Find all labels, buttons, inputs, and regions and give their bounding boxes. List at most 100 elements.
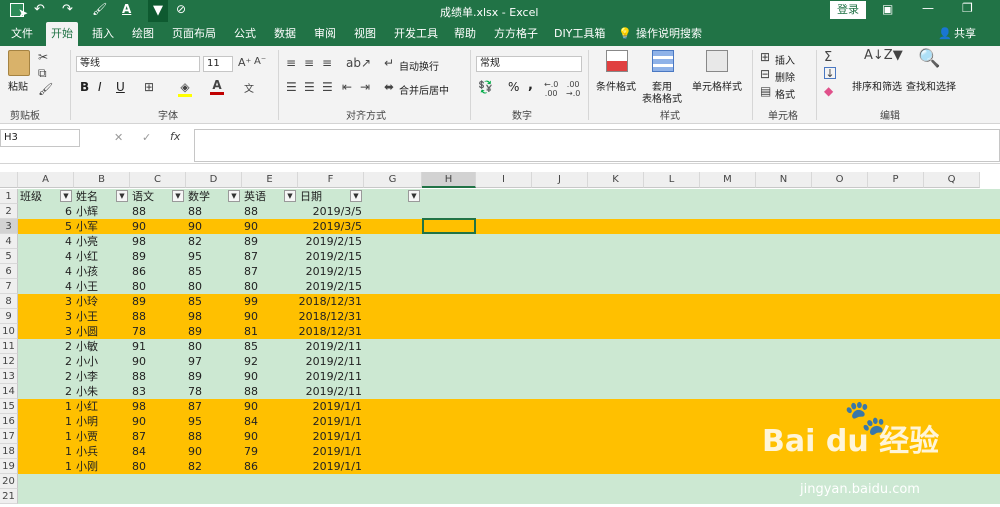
row-header[interactable]: 4 [0, 234, 18, 249]
sort-filter-button[interactable]: 排序和筛选 [852, 78, 902, 93]
format-cells-button[interactable]: 格式 [775, 86, 795, 101]
cell-D[interactable]: 89 [186, 324, 242, 339]
cell-A[interactable]: 1 [18, 414, 74, 429]
number-format-field[interactable]: 常规 [476, 56, 582, 72]
find-select-icon[interactable]: 🔍 [918, 48, 940, 69]
cell-F[interactable]: 2018/12/31 [298, 294, 364, 309]
cell-F[interactable]: 2019/2/15 [298, 234, 364, 249]
cell-D[interactable]: 90 [186, 444, 242, 459]
menu-developer[interactable]: 开发工具 [394, 22, 438, 46]
column-header-O[interactable]: O [812, 172, 868, 188]
cell-D[interactable]: 82 [186, 459, 242, 474]
cell-C[interactable]: 88 [130, 309, 186, 324]
cell-B[interactable]: 小王 [74, 309, 130, 324]
align-bottom-icon[interactable]: ≡ [322, 56, 332, 70]
cell-D[interactable]: 98 [186, 309, 242, 324]
ribbon-display-icon[interactable]: ▣ [882, 2, 893, 16]
column-header-J[interactable]: J [532, 172, 588, 188]
menu-diy-toolbox[interactable]: DIY工具箱 [554, 22, 605, 46]
filter-dropdown-icon[interactable]: ▼ [60, 190, 72, 202]
row-header[interactable]: 21 [0, 489, 18, 504]
restore-icon[interactable]: ❐ [962, 1, 973, 15]
cell-B[interactable]: 小兵 [74, 444, 130, 459]
insert-cells-icon[interactable]: ⊞ [760, 50, 770, 64]
cell-D[interactable]: 80 [186, 339, 242, 354]
wrap-text-button[interactable]: 自动换行 [399, 58, 439, 73]
cell-styles-button[interactable]: 单元格样式 [692, 78, 742, 93]
cell-F[interactable]: 2019/1/1 [298, 399, 364, 414]
accounting-format-icon[interactable]: 💱 [478, 80, 493, 94]
sort-filter-icon[interactable]: A↓Z▼ [864, 48, 903, 63]
cell-A[interactable]: 5 [18, 219, 74, 234]
row-header[interactable]: 9 [0, 309, 18, 324]
font-color-quick-icon[interactable]: A [122, 2, 131, 16]
column-header-F[interactable]: F [298, 172, 364, 188]
menu-view[interactable]: 视图 [354, 22, 376, 46]
cell-B[interactable]: 小辉 [74, 204, 130, 219]
cell-A[interactable]: 3 [18, 309, 74, 324]
font-name-field[interactable]: 等线 [76, 56, 200, 72]
cell-B[interactable]: 小刚 [74, 459, 130, 474]
cell-E[interactable]: 90 [242, 399, 298, 414]
cell-E[interactable]: 90 [242, 369, 298, 384]
cell-C[interactable]: 88 [130, 204, 186, 219]
name-box[interactable]: H3 [0, 129, 80, 147]
conditional-format-button[interactable]: 条件格式 [596, 78, 636, 93]
menu-draw[interactable]: 绘图 [132, 22, 154, 46]
align-right-icon[interactable]: ☰ [322, 80, 333, 94]
format-cells-icon[interactable]: ▤ [760, 84, 771, 98]
filter-dropdown-icon[interactable]: ▼ [408, 190, 420, 202]
column-header-E[interactable]: E [242, 172, 298, 188]
cell-F[interactable]: 2019/1/1 [298, 429, 364, 444]
cell-B[interactable]: 小玲 [74, 294, 130, 309]
grow-font-icon[interactable]: A⁺ [238, 56, 251, 69]
cell-F[interactable]: 2019/1/1 [298, 459, 364, 474]
filter-dropdown-icon[interactable]: ▼ [228, 190, 240, 202]
autosum-icon[interactable]: Σ [824, 50, 832, 65]
cell-E[interactable]: 90 [242, 309, 298, 324]
column-header-C[interactable]: C [130, 172, 186, 188]
cell-B[interactable]: 小红 [74, 399, 130, 414]
menu-data[interactable]: 数据 [274, 22, 296, 46]
login-button[interactable]: 登录 [830, 1, 866, 19]
shrink-font-icon[interactable]: A⁻ [254, 56, 266, 67]
cell-D[interactable]: 78 [186, 384, 242, 399]
cell-F[interactable]: 2019/2/11 [298, 369, 364, 384]
fill-color-icon[interactable]: 🖌 [92, 2, 107, 16]
cell-C[interactable]: 80 [130, 279, 186, 294]
cut-icon[interactable]: ✂ [38, 50, 48, 64]
cell-A[interactable]: 6 [18, 204, 74, 219]
cell-B[interactable]: 小红 [74, 249, 130, 264]
select-all-corner[interactable] [0, 172, 18, 188]
minimize-icon[interactable]: — [922, 1, 934, 15]
phonetic-icon[interactable]: 文 [244, 80, 254, 95]
cell-D[interactable]: 80 [186, 279, 242, 294]
cell-C[interactable]: 90 [130, 414, 186, 429]
cell-A[interactable]: 2 [18, 339, 74, 354]
cell-D[interactable]: 89 [186, 369, 242, 384]
cell-E[interactable]: 80 [242, 279, 298, 294]
row-header[interactable]: 18 [0, 444, 18, 459]
underline-button[interactable]: U [116, 80, 125, 94]
cell-E[interactable]: 87 [242, 264, 298, 279]
indent-increase-icon[interactable]: ⇥ [360, 80, 370, 94]
cell-A[interactable]: 1 [18, 459, 74, 474]
bold-button[interactable]: B [80, 80, 89, 94]
cell-D[interactable]: 95 [186, 414, 242, 429]
filter-dropdown-icon[interactable]: ▼ [116, 190, 128, 202]
cell-B[interactable]: 小小 [74, 354, 130, 369]
formula-input[interactable] [194, 129, 1000, 162]
merge-center-button[interactable]: 合并后居中 [399, 82, 449, 97]
row-header[interactable]: 3 [0, 219, 18, 234]
cell-A[interactable]: 1 [18, 399, 74, 414]
cell-A[interactable]: 2 [18, 354, 74, 369]
cell-C[interactable]: 98 [130, 399, 186, 414]
percent-button[interactable]: % [508, 80, 519, 94]
paste-icon[interactable] [8, 50, 30, 76]
cell-B[interactable]: 小军 [74, 219, 130, 234]
cell-D[interactable]: 87 [186, 399, 242, 414]
wrap-text-icon[interactable]: ↵ [384, 56, 394, 70]
cell-C[interactable]: 78 [130, 324, 186, 339]
row-header[interactable]: 2 [0, 204, 18, 219]
cell-E[interactable]: 90 [242, 219, 298, 234]
